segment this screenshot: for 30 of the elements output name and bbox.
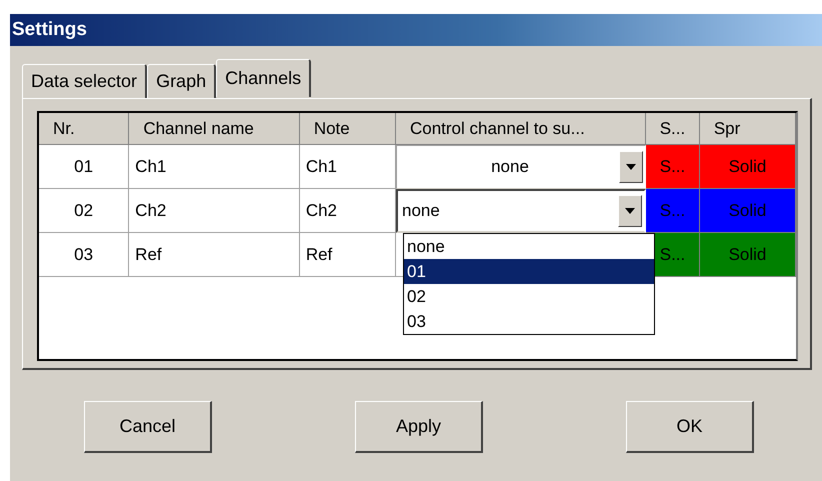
table-cell: 03 (39, 233, 130, 277)
column-header[interactable]: S... (646, 113, 700, 145)
combo-box[interactable]: none (396, 145, 646, 189)
color-cell[interactable]: S... (646, 145, 700, 189)
column-header[interactable]: Note (300, 113, 396, 145)
tab[interactable]: Channels (216, 59, 312, 97)
style-cell[interactable]: Solid (700, 145, 796, 189)
column-header[interactable]: Channel name (129, 113, 300, 145)
caret-icon (625, 208, 636, 214)
table-cell: Ch2 (129, 189, 300, 233)
dropdown-button[interactable] (618, 195, 642, 227)
caret-icon (626, 164, 636, 170)
dropdown-button[interactable] (619, 151, 644, 183)
dialog-button[interactable]: Cancel (84, 401, 212, 453)
table-cell: Ch1 (129, 145, 300, 189)
combo-box[interactable]: none (396, 189, 646, 233)
dialog-button[interactable]: Apply (355, 401, 483, 453)
table-cell: Ref (129, 233, 300, 277)
style-cell[interactable]: Solid (700, 233, 796, 277)
tab[interactable]: Graph (147, 64, 216, 98)
column-header[interactable]: Spr (700, 113, 796, 145)
table-cell: Ref (300, 233, 396, 277)
dialog-button[interactable]: OK (626, 401, 754, 453)
table-cell: 01 (39, 145, 130, 189)
dropdown-option[interactable]: 01 (404, 259, 654, 284)
column-header[interactable]: Control channel to su... (396, 113, 646, 145)
table-cell: 02 (39, 189, 130, 233)
window-title: Settings (10, 14, 822, 46)
column-header[interactable]: Nr. (39, 113, 130, 145)
tab[interactable]: Data selector (22, 64, 148, 98)
